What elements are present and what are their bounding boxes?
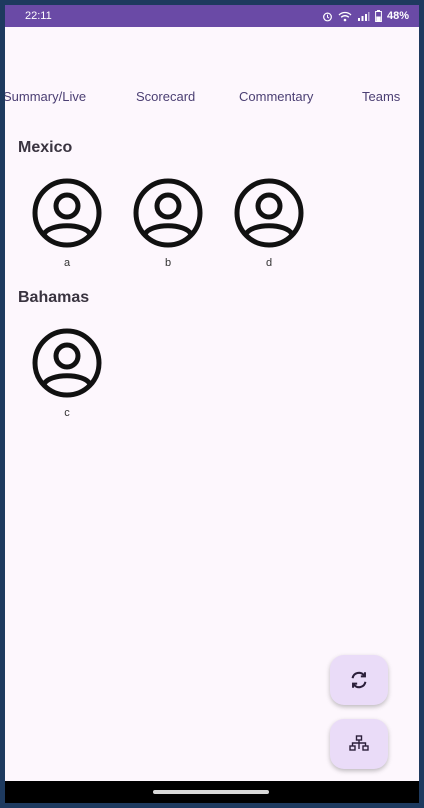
device-frame: 22:11 48% Summary/Live Scorecard Comment… (0, 0, 424, 808)
app-screen: 22:11 48% Summary/Live Scorecard Comment… (5, 5, 419, 803)
battery-percent: 48% (386, 10, 409, 22)
player-name: a (63, 257, 71, 269)
tab-teams[interactable]: Teams (362, 89, 400, 104)
player-name: c (64, 407, 70, 419)
status-bar: 22:11 48% (5, 5, 419, 27)
signal-icon (357, 11, 370, 21)
account-circle-icon (234, 178, 304, 248)
team-structure-button[interactable] (330, 719, 388, 769)
status-time: 22:11 (25, 10, 52, 22)
tab-summary-live[interactable]: Summary/Live (5, 89, 86, 104)
hierarchy-icon (349, 735, 369, 751)
tab-scorecard[interactable]: Scorecard (136, 89, 195, 104)
account-circle-icon (32, 178, 102, 248)
player-card[interactable]: a (31, 177, 103, 269)
refresh-icon (351, 671, 367, 689)
tab-commentary[interactable]: Commentary (239, 89, 313, 104)
account-circle-icon (133, 178, 203, 248)
player-card[interactable]: d (233, 177, 305, 269)
battery-icon (375, 10, 382, 22)
player-name: b (164, 257, 172, 269)
status-icons: 48% (322, 10, 409, 22)
account-circle-icon (32, 328, 102, 398)
player-name: d (265, 257, 273, 269)
alarm-icon (323, 12, 332, 21)
player-card[interactable]: c (31, 327, 103, 419)
player-card[interactable]: b (132, 177, 204, 269)
team-heading: Bahamas (18, 289, 90, 306)
home-indicator[interactable] (153, 790, 269, 794)
tab-bar: Summary/Live Scorecard Commentary Teams (5, 89, 419, 113)
team-heading: Mexico (18, 139, 73, 156)
system-nav-bar (5, 781, 419, 803)
wifi-icon (338, 11, 352, 21)
refresh-button[interactable] (330, 655, 388, 705)
